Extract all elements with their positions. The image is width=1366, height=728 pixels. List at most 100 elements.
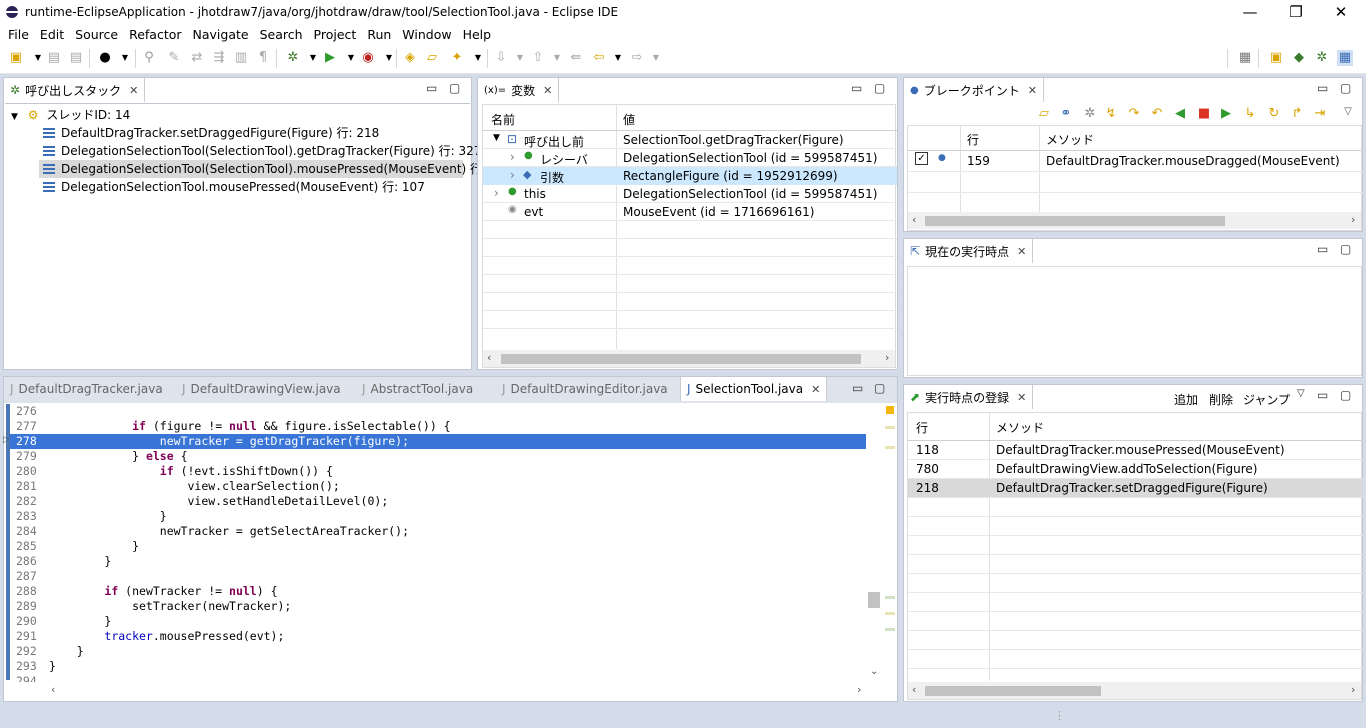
chevron-down-icon[interactable]: ▼: [648, 50, 664, 66]
open-folder-icon[interactable]: ▱: [1036, 106, 1052, 122]
tab-recorded-points[interactable]: ⬈ 実行時点の登録 ✕: [904, 385, 1034, 409]
menu-help[interactable]: Help: [457, 27, 497, 42]
jump-button[interactable]: ジャンプ: [1243, 391, 1290, 408]
menu-source[interactable]: Source: [69, 27, 123, 42]
column-header-method[interactable]: メソッド: [1046, 131, 1094, 148]
menu-search[interactable]: Search: [254, 27, 308, 42]
menu-refactor[interactable]: Refactor: [123, 27, 186, 42]
close-icon[interactable]: ✕: [811, 383, 820, 396]
horizontal-scrollbar[interactable]: ‹ ›: [908, 212, 1361, 229]
tab-editor-file[interactable]: J DefaultDragTracker.java: [4, 377, 169, 401]
terminate-icon[interactable]: ■: [1196, 106, 1212, 122]
variable-row-selected[interactable]: › ◆ 引数 RectangleFigure (id = 1952912699): [483, 167, 897, 185]
vertical-scrollbar[interactable]: ⌄: [867, 404, 882, 682]
close-icon[interactable]: ✕: [129, 84, 138, 97]
skip-icon[interactable]: ✲: [1082, 106, 1098, 122]
link-icon[interactable]: ⚭: [1058, 106, 1074, 122]
column-header-name[interactable]: 名前: [491, 111, 515, 128]
menu-window[interactable]: Window: [396, 27, 456, 42]
scroll-down-icon[interactable]: ⌄: [870, 666, 878, 677]
annotation-marker[interactable]: [885, 628, 895, 631]
scroll-thumb[interactable]: [925, 686, 1101, 696]
stack-frame[interactable]: DelegationSelectionTool(SelectionTool).g…: [43, 142, 481, 160]
save-icon[interactable]: ▤: [46, 50, 62, 66]
minimize-icon[interactable]: ▭: [1317, 81, 1328, 95]
perspective-icon[interactable]: ▦: [1237, 50, 1253, 66]
step-over-icon[interactable]: ↷: [1126, 106, 1142, 122]
new-icon[interactable]: ▣: [8, 50, 24, 66]
chevron-down-icon[interactable]: ▼: [30, 50, 46, 66]
maximize-icon[interactable]: ▢: [874, 81, 885, 95]
minimize-icon[interactable]: ▭: [852, 381, 863, 395]
code-editor[interactable]: 276 277 if (figure != null && figure.isS…: [6, 404, 882, 682]
tab-current-point[interactable]: ⇱ 現在の実行時点 ✕: [904, 239, 1034, 263]
step-icon[interactable]: ⇶: [211, 50, 227, 66]
thread-node[interactable]: ▼ ⚙ スレッドID: 14: [11, 106, 130, 124]
scroll-thumb[interactable]: [925, 216, 1225, 226]
next-icon[interactable]: ⇥: [1312, 106, 1328, 122]
step-back-icon[interactable]: ◀: [1172, 106, 1188, 122]
save-all-icon[interactable]: ▤: [68, 50, 84, 66]
recorded-point-row-selected[interactable]: 218 DefaultDragTracker.setDraggedFigure(…: [908, 479, 1363, 497]
custom-perspective-icon[interactable]: ▦: [1337, 50, 1353, 66]
column-header-value[interactable]: 値: [623, 111, 635, 128]
external-tools-icon[interactable]: ◉: [360, 50, 376, 66]
step-into-icon[interactable]: ↯: [1103, 106, 1119, 122]
horizontal-scrollbar[interactable]: ‹ ›: [483, 350, 895, 367]
scroll-left-icon[interactable]: ‹: [912, 213, 916, 226]
variable-row[interactable]: ▼ ⊡ 呼び出し前 SelectionTool.getDragTracker(F…: [483, 131, 897, 149]
horizontal-scrollbar[interactable]: ‹ ›: [908, 682, 1361, 699]
resume-icon[interactable]: ▶: [1218, 106, 1234, 122]
chevron-right-icon[interactable]: ›: [494, 186, 499, 200]
use-step-filters-icon[interactable]: ↱: [1289, 106, 1305, 122]
doc-icon[interactable]: ▥: [233, 50, 249, 66]
skip-breakpoints-icon[interactable]: ⚲: [141, 50, 157, 66]
menu-project[interactable]: Project: [308, 27, 362, 42]
menu-edit[interactable]: Edit: [34, 27, 69, 42]
maximize-icon[interactable]: ▢: [1340, 81, 1351, 95]
prev-annotation-icon[interactable]: ⇧: [530, 50, 546, 66]
open-folder-icon[interactable]: ▱: [424, 50, 440, 66]
recorded-point-row[interactable]: 780 DefaultDrawingView.addToSelection(Fi…: [908, 460, 1363, 478]
tab-editor-file[interactable]: J DefaultDrawingEditor.java: [496, 377, 674, 401]
scroll-right-icon[interactable]: ›: [885, 351, 889, 364]
chevron-down-icon[interactable]: ▼: [512, 50, 528, 66]
chevron-down-icon[interactable]: ▼: [549, 50, 565, 66]
view-menu-icon[interactable]: ▽: [1340, 104, 1356, 120]
open-type-icon[interactable]: ◈: [402, 50, 418, 66]
scroll-left-icon[interactable]: ‹: [51, 683, 55, 696]
close-icon[interactable]: ✕: [1017, 245, 1026, 258]
variable-row[interactable]: › ● レシーバ DelegationSelectionTool (id = 5…: [483, 149, 897, 167]
chevron-down-icon[interactable]: ▼: [117, 50, 133, 66]
column-header-line[interactable]: 行: [916, 419, 928, 436]
profile-icon[interactable]: ●: [97, 50, 113, 66]
close-button[interactable]: ✕: [1318, 0, 1364, 24]
chevron-right-icon[interactable]: ›: [510, 150, 515, 164]
chevron-down-icon[interactable]: ▼: [493, 133, 500, 143]
column-header-line[interactable]: 行: [967, 131, 979, 148]
annotation-marker[interactable]: [885, 612, 895, 615]
scroll-right-icon[interactable]: ›: [1351, 213, 1355, 226]
close-icon[interactable]: ✕: [543, 84, 552, 97]
menu-run[interactable]: Run: [361, 27, 396, 42]
sync-icon[interactable]: ⇄: [189, 50, 205, 66]
annotation-marker[interactable]: [885, 596, 895, 599]
column-header-method[interactable]: メソッド: [996, 419, 1044, 436]
tab-editor-file[interactable]: J DefaultDrawingView.java: [176, 377, 347, 401]
scroll-thumb[interactable]: [501, 354, 861, 364]
pen-icon[interactable]: ✎: [166, 50, 182, 66]
maximize-icon[interactable]: ▢: [449, 81, 460, 95]
menu-navigate[interactable]: Navigate: [187, 27, 254, 42]
minimize-icon[interactable]: ▭: [426, 81, 437, 95]
debug-perspective-icon[interactable]: ✲: [1314, 50, 1330, 66]
tab-editor-active[interactable]: J SelectionTool.java ✕: [680, 377, 828, 401]
chevron-down-icon[interactable]: ▼: [470, 50, 486, 66]
variable-row[interactable]: › ● this DelegationSelectionTool (id = 5…: [483, 185, 897, 203]
minimize-button[interactable]: —: [1227, 0, 1273, 24]
annotation-marker[interactable]: [885, 426, 895, 429]
run-icon[interactable]: ▶: [322, 50, 338, 66]
chevron-down-icon[interactable]: ▼: [343, 50, 359, 66]
delete-button[interactable]: 削除: [1209, 391, 1233, 408]
next-annotation-icon[interactable]: ⇩: [493, 50, 509, 66]
tab-callstack[interactable]: ✲ 呼び出しスタック ✕: [4, 78, 146, 102]
